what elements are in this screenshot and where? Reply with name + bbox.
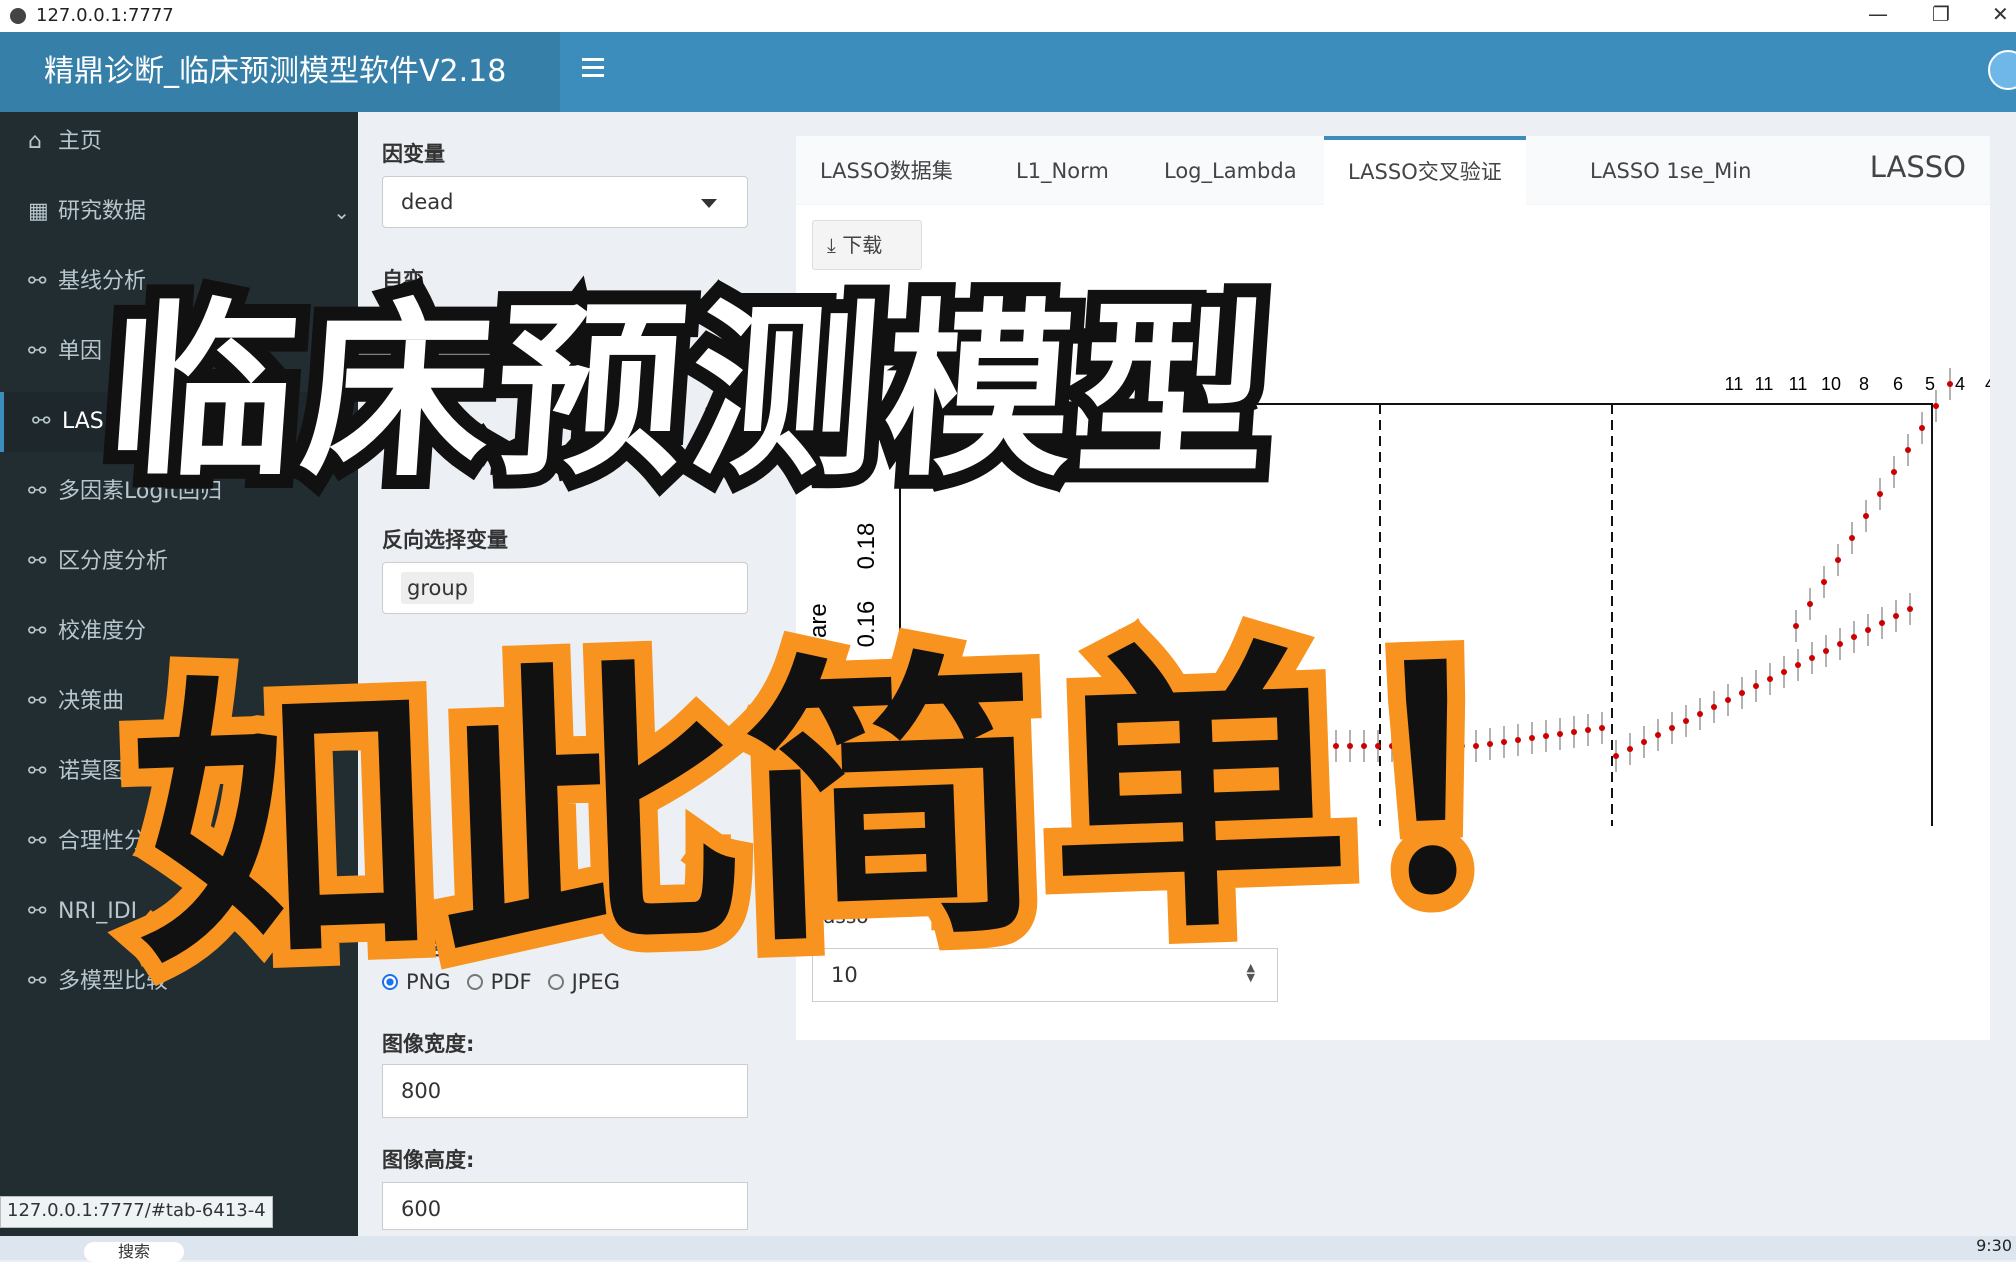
- top-tick-label: 8: [1859, 374, 1869, 394]
- cv-point: [1907, 606, 1913, 612]
- minimize-button[interactable]: —: [1868, 2, 1888, 26]
- menu-toggle-icon[interactable]: [582, 58, 604, 80]
- handshake-icon: ⚯: [32, 409, 51, 434]
- caret-down-icon: [701, 199, 717, 208]
- cv-point: [1823, 648, 1829, 654]
- handshake-icon: ⚯: [28, 759, 47, 784]
- cv-point: [1905, 447, 1911, 453]
- cv-point: [1933, 403, 1939, 409]
- cv-point: [1851, 634, 1857, 640]
- cv-point: [1891, 469, 1897, 475]
- avatar[interactable]: [1988, 50, 2016, 90]
- top-tick-label: 11: [1755, 374, 1774, 394]
- cv-point: [1809, 655, 1815, 661]
- top-tick-label: 6: [1893, 374, 1903, 394]
- overlay-title-line2: 如此简单！: [107, 584, 1684, 1022]
- dep-var-select[interactable]: dead: [382, 176, 748, 228]
- top-tick-label: 4: [1955, 374, 1965, 394]
- status-url: 127.0.0.1:7777/#tab-6413-4: [0, 1196, 273, 1228]
- handshake-icon: ⚯: [28, 829, 47, 854]
- app-title: 精鼎诊断_临床预测模型软件V2.18: [0, 32, 560, 112]
- cv-point: [1877, 491, 1883, 497]
- taskbar-search[interactable]: 搜索: [84, 1242, 184, 1262]
- cv-point: [1669, 725, 1675, 731]
- cv-point: [1683, 718, 1689, 724]
- handshake-icon: ⚯: [28, 479, 47, 504]
- tab-lasso-dataset[interactable]: LASSO数据集: [796, 136, 977, 204]
- cv-point: [1919, 425, 1925, 431]
- browser-titlebar: 127.0.0.1:7777 — ❐ ✕: [0, 0, 2016, 33]
- panel-title: LASSO: [1869, 150, 1966, 184]
- cv-point: [1947, 381, 1953, 387]
- handshake-icon: ⚯: [28, 269, 47, 294]
- height-input[interactable]: 600: [382, 1182, 748, 1230]
- reverse-var-label: 反向选择变量: [382, 528, 508, 552]
- cv-point: [1795, 662, 1801, 668]
- tab-l1-norm[interactable]: L1_Norm: [992, 136, 1133, 204]
- top-tick-label: 10: [1821, 374, 1841, 394]
- width-input[interactable]: 800: [382, 1064, 748, 1118]
- sidebar-item-data[interactable]: ▦ 研究数据 ⌄: [0, 182, 358, 242]
- cv-point: [1865, 627, 1871, 633]
- tab-log-lambda[interactable]: Log_Lambda: [1140, 136, 1321, 204]
- cv-point: [1893, 613, 1899, 619]
- cv-point: [1849, 535, 1855, 541]
- chevron-down-icon: ⌄: [333, 200, 350, 224]
- cv-point: [1837, 641, 1843, 647]
- cv-point: [1739, 690, 1745, 696]
- globe-icon: [10, 8, 26, 24]
- cv-point: [1863, 513, 1869, 519]
- cv-point: [1725, 697, 1731, 703]
- browser-url: 127.0.0.1:7777: [36, 5, 174, 26]
- cv-point: [1697, 711, 1703, 717]
- taskbar-clock: 9:30: [1976, 1236, 2012, 1255]
- cv-point: [1793, 623, 1799, 629]
- cv-point: [1807, 601, 1813, 607]
- handshake-icon: ⚯: [28, 689, 47, 714]
- overlay-title-line1: 临床预测模型: [87, 269, 1294, 516]
- cv-point: [1767, 676, 1773, 682]
- height-label: 图像高度:: [382, 1148, 475, 1172]
- handshake-icon: ⚯: [28, 969, 47, 994]
- restore-button[interactable]: ❐: [1932, 2, 1950, 26]
- cv-point: [1753, 683, 1759, 689]
- handshake-icon: ⚯: [28, 619, 47, 644]
- handshake-icon: ⚯: [28, 339, 47, 364]
- top-tick-label: 11: [1725, 374, 1744, 394]
- close-window-button[interactable]: ✕: [1992, 2, 2009, 26]
- tab-lasso-1se-min[interactable]: LASSO 1se_Min: [1566, 136, 1775, 204]
- width-label: 图像宽度:: [382, 1032, 475, 1056]
- table-icon: ▦: [28, 199, 49, 224]
- cv-point: [1711, 704, 1717, 710]
- top-tick-label: 11: [1789, 374, 1808, 394]
- cv-point: [1879, 620, 1885, 626]
- top-tick-label: 4: [1985, 374, 1990, 394]
- taskbar: 搜索 9:30: [0, 1236, 2016, 1262]
- handshake-icon: ⚯: [28, 899, 47, 924]
- cv-point: [1821, 579, 1827, 585]
- panel-tabs: LASSO数据集 L1_Norm Log_Lambda LASSO交叉验证 LA…: [796, 136, 1990, 208]
- cv-point: [1835, 557, 1841, 563]
- handshake-icon: ⚯: [28, 549, 47, 574]
- home-icon: ⌂: [28, 129, 42, 154]
- app-header: 精鼎诊断_临床预测模型软件V2.18: [0, 32, 2016, 112]
- top-tick-label: 5: [1925, 374, 1935, 394]
- sidebar-item-home[interactable]: ⌂ 主页: [0, 112, 358, 172]
- dep-var-label: 因变量: [382, 142, 445, 166]
- cv-point: [1781, 669, 1787, 675]
- tab-lasso-cv[interactable]: LASSO交叉验证: [1324, 136, 1526, 208]
